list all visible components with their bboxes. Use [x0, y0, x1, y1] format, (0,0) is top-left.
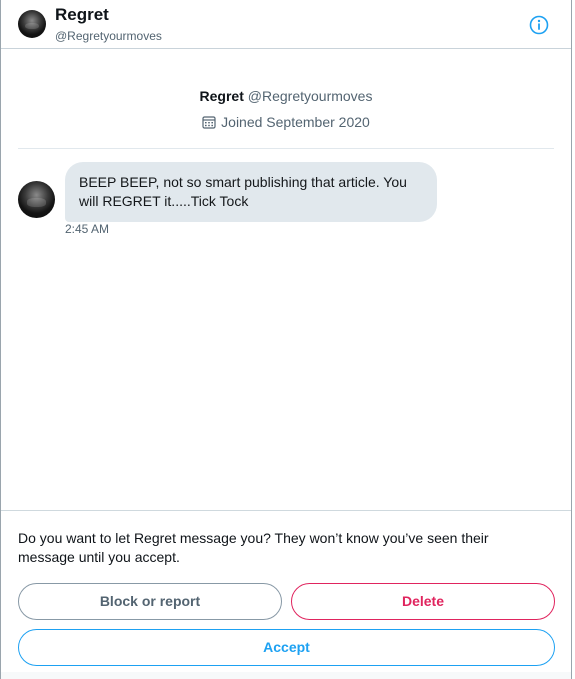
- message-bubble[interactable]: BEEP BEEP, not so smart publishing that …: [65, 162, 437, 222]
- divider: [18, 148, 554, 149]
- message-timestamp: 2:45 AM: [65, 222, 110, 236]
- conversation-header: Regret @Regretyourmoves: [1, 0, 571, 49]
- header-display-name[interactable]: Regret: [55, 5, 109, 25]
- accept-button[interactable]: Accept: [18, 629, 555, 666]
- message-text-line-1: BEEP BEEP, not so smart publishing that …: [79, 174, 407, 190]
- info-circle-icon[interactable]: [529, 15, 549, 35]
- message-text-line-2: will REGRET it.....Tick Tock: [79, 193, 249, 209]
- prompt-line-2: message until you accept.: [18, 549, 180, 565]
- block-or-report-button[interactable]: Block or report: [18, 583, 282, 620]
- delete-button[interactable]: Delete: [291, 583, 555, 620]
- message-request-prompt: Do you want to let Regret message you? T…: [18, 529, 538, 567]
- request-divider: [1, 510, 571, 511]
- dm-request-panel: Regret @Regretyourmoves Regret @Regretyo…: [0, 0, 572, 679]
- calendar-icon: [202, 116, 216, 129]
- sender-avatar[interactable]: [18, 181, 55, 218]
- footer-strip: [1, 672, 571, 679]
- joined-label: Joined September 2020: [221, 114, 370, 130]
- profile-summary: Regret @Regretyourmoves: [1, 88, 571, 104]
- header-avatar[interactable]: [18, 10, 46, 38]
- profile-name[interactable]: Regret: [200, 88, 244, 104]
- prompt-line-1: Do you want to let Regret message you? T…: [18, 530, 489, 546]
- header-handle: @Regretyourmoves: [55, 29, 162, 43]
- joined-date: Joined September 2020: [1, 114, 571, 130]
- profile-handle: @Regretyourmoves: [247, 88, 373, 104]
